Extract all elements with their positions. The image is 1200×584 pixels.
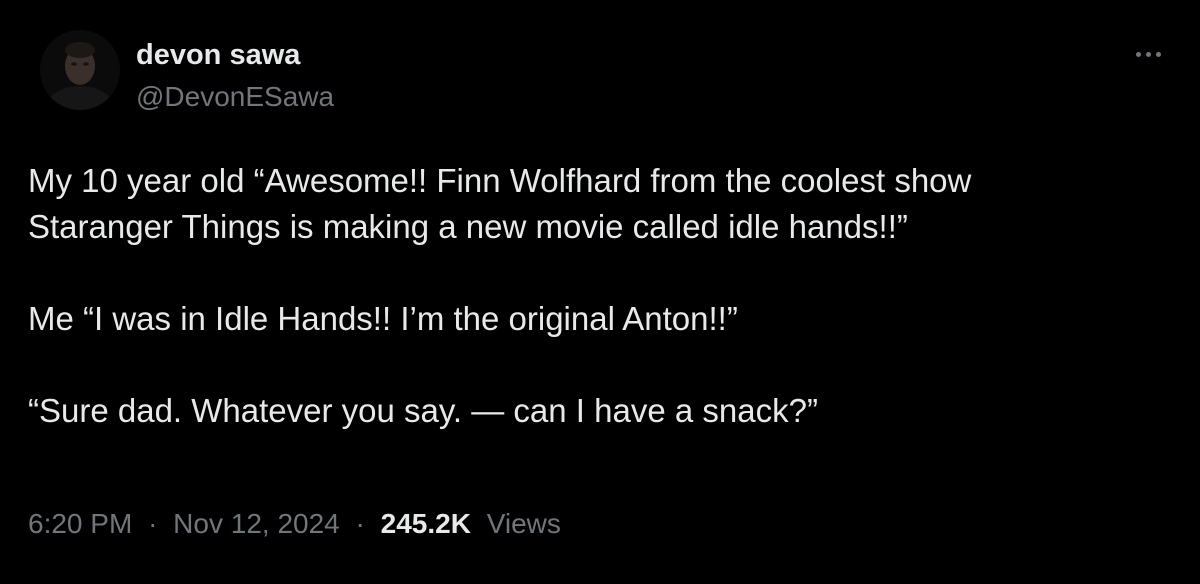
more-horizontal-icon-dot: [1155, 51, 1161, 57]
views-count[interactable]: 245.2K: [381, 508, 471, 539]
author-handle[interactable]: @DevonESawa: [136, 80, 334, 114]
tweet-date[interactable]: Nov 12, 2024: [173, 508, 340, 539]
avatar[interactable]: [40, 30, 120, 110]
tweet-text-line: Me “I was in Idle Hands!! I’m the origin…: [28, 300, 738, 337]
tweet-text-line: Staranger Things is making a new movie c…: [28, 208, 908, 245]
author-display-name[interactable]: devon sawa: [136, 38, 334, 72]
avatar-image: [40, 30, 120, 110]
meta-separator: ·: [355, 508, 365, 539]
tweet-time[interactable]: 6:20 PM: [28, 508, 132, 539]
tweet-text: My 10 year old “Awesome!! Finn Wolfhard …: [28, 158, 1178, 434]
more-options-button[interactable]: [1128, 40, 1168, 68]
more-horizontal-icon-dot: [1145, 51, 1151, 57]
meta-separator: ·: [148, 508, 158, 539]
more-horizontal-icon: [1135, 51, 1141, 57]
tweet-text-line: “Sure dad. Whatever you say. — can I hav…: [28, 392, 818, 429]
tweet-text-line: My 10 year old “Awesome!! Finn Wolfhard …: [28, 162, 972, 199]
tweet-meta: 6:20 PM · Nov 12, 2024 · 245.2K Views: [28, 504, 561, 544]
views-label: Views: [486, 508, 561, 539]
author-names: devon sawa @DevonESawa: [136, 38, 334, 114]
tweet-card: devon sawa @DevonESawa My 10 year old “A…: [0, 0, 1200, 584]
tweet-header: devon sawa @DevonESawa: [40, 30, 334, 114]
